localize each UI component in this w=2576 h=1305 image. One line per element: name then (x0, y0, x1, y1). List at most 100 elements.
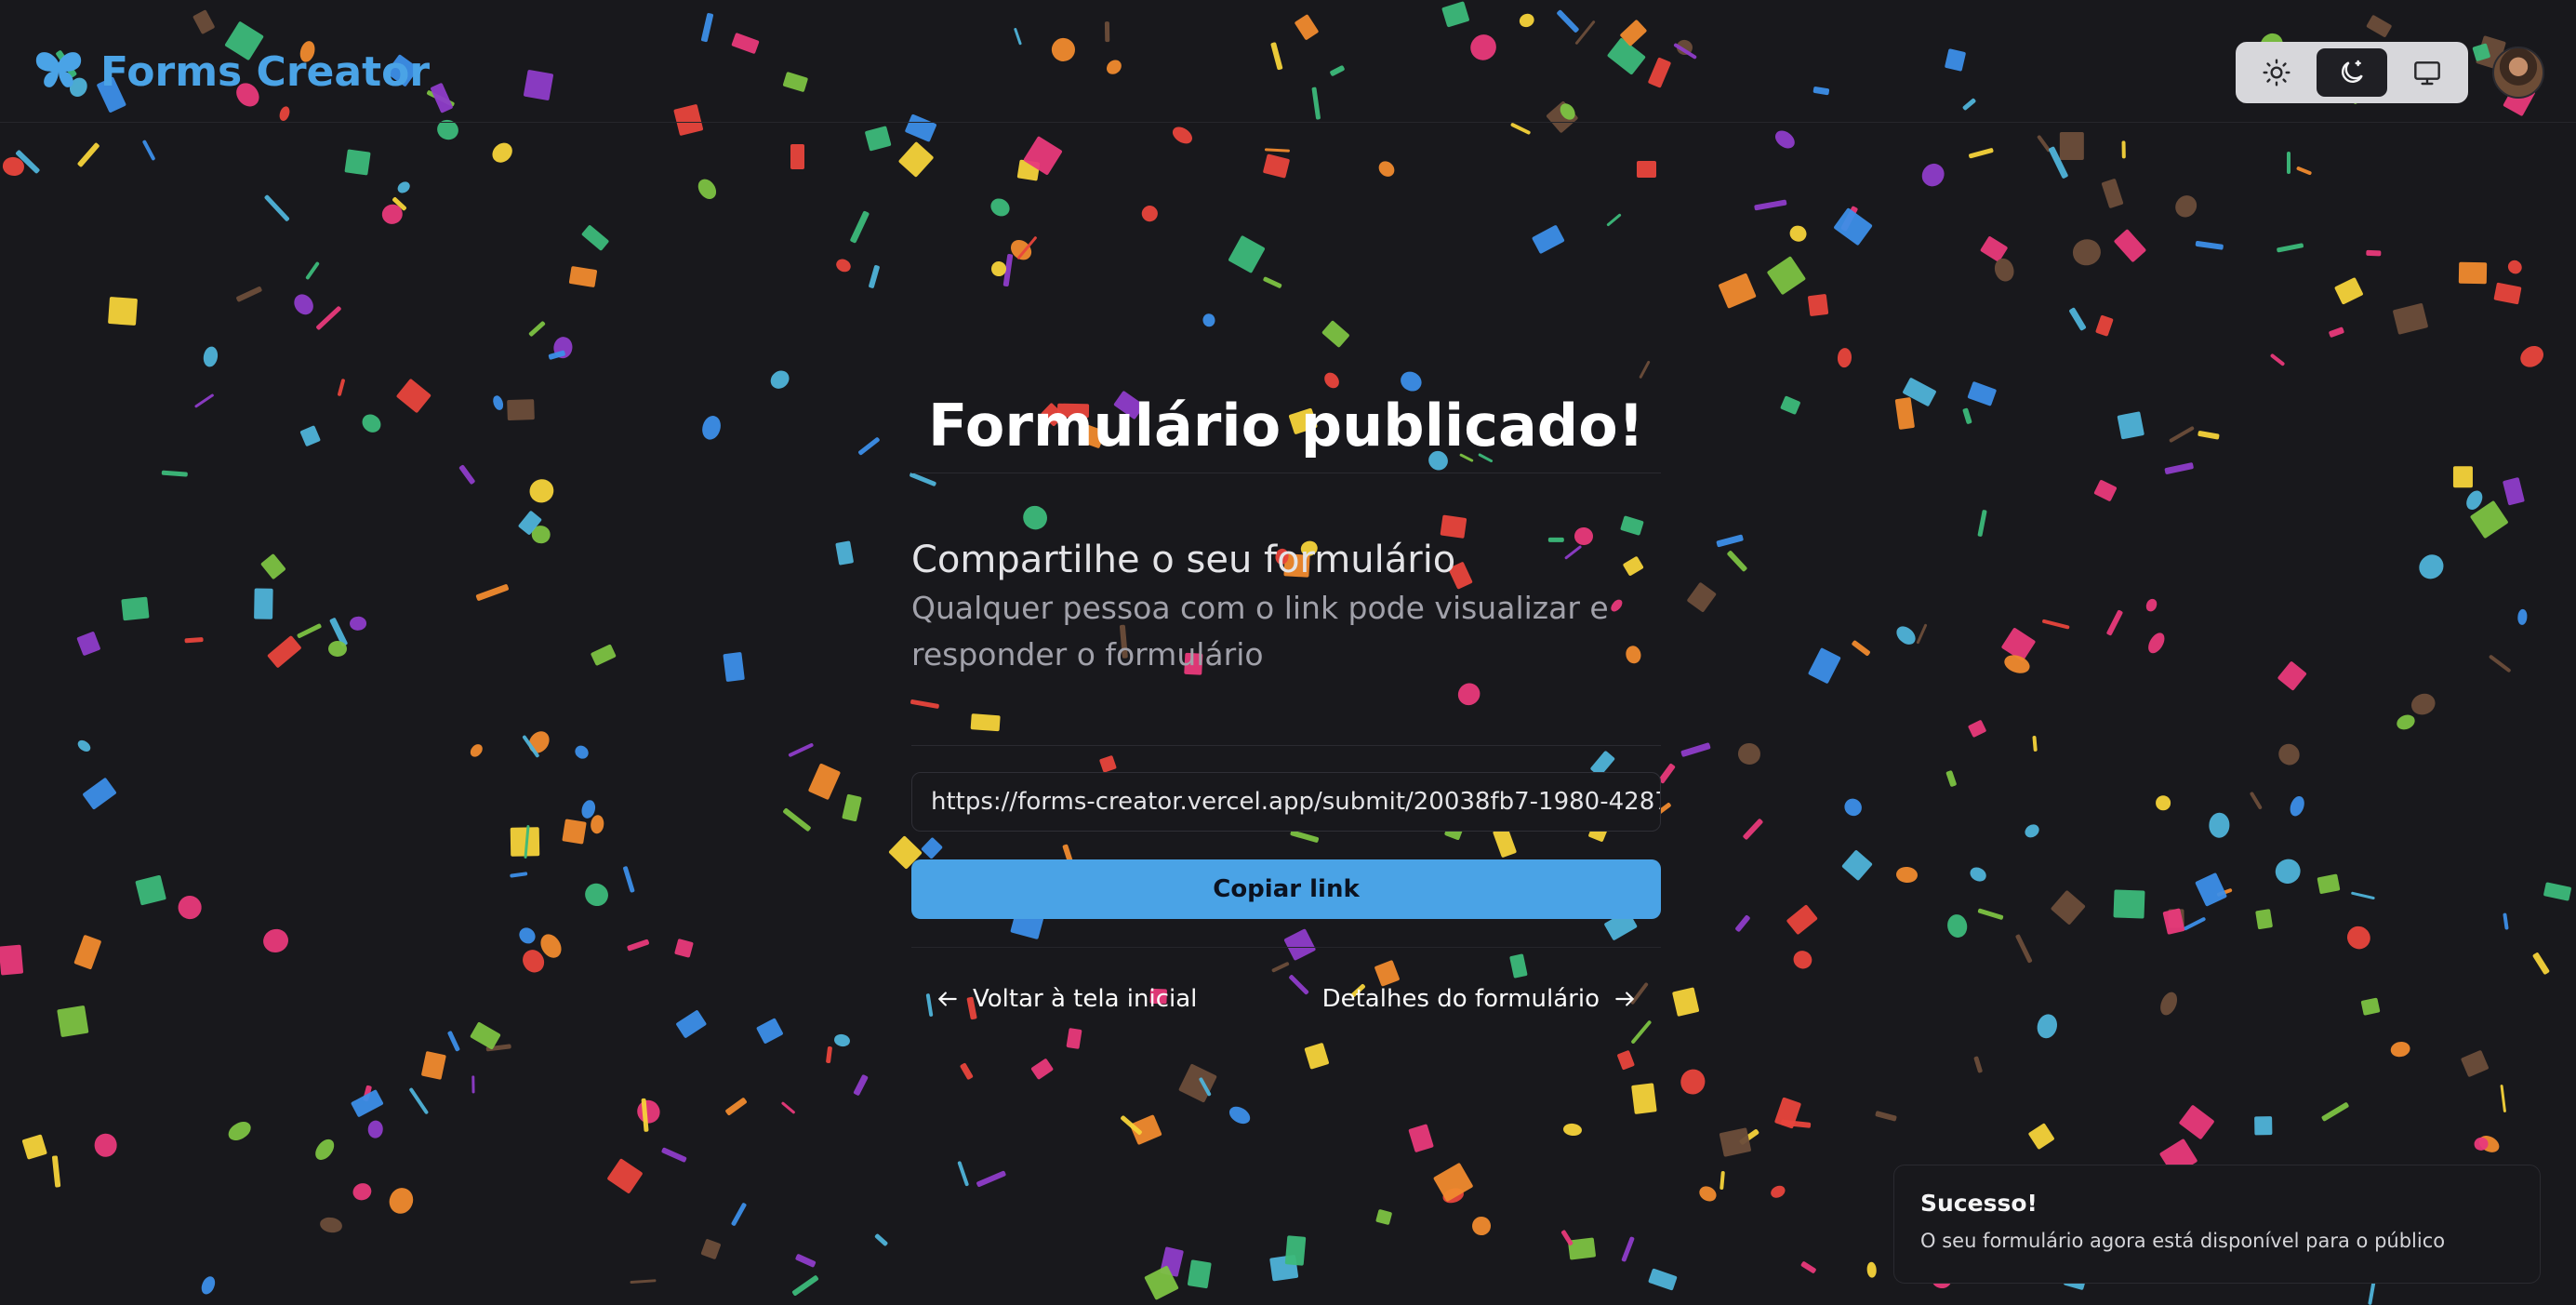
confetti-piece (1808, 646, 1841, 685)
confetti-piece (517, 510, 542, 535)
confetti-piece (2516, 341, 2548, 371)
share-description: Qualquer pessoa com o link pode visualiz… (911, 590, 1609, 672)
confetti-piece (366, 1120, 384, 1139)
confetti-piece (2516, 608, 2528, 625)
confetti-piece (833, 256, 854, 274)
confetti-piece (299, 425, 322, 447)
confetti-piece (2178, 1104, 2215, 1141)
confetti-piece (580, 879, 613, 911)
confetti-piece (2144, 596, 2159, 614)
confetti-piece (2409, 690, 2439, 719)
confetti-piece (350, 1088, 384, 1118)
confetti-piece (1567, 1237, 1596, 1260)
confetti-piece (2343, 922, 2375, 954)
confetti-piece (290, 290, 318, 319)
confetti-piece (791, 1273, 819, 1297)
user-avatar[interactable] (2492, 47, 2544, 99)
confetti-piece (2493, 282, 2522, 305)
confetti-piece (1719, 1126, 1752, 1157)
confetti-piece (2171, 191, 2201, 221)
confetti-piece (2157, 990, 2181, 1019)
butterfly-icon (35, 52, 82, 87)
back-home-link[interactable]: Voltar à tela inicial (936, 985, 1197, 1013)
confetti-piece (319, 1216, 344, 1235)
confetti-piece (75, 738, 93, 754)
confetti-piece (2031, 735, 2038, 752)
confetti-piece (1917, 159, 1949, 192)
confetti-piece (395, 378, 432, 414)
confetti-piece (1630, 1019, 1653, 1045)
confetti-piece (1198, 1076, 1212, 1098)
confetti-piece (1129, 1114, 1163, 1146)
confetti-piece (2488, 654, 2512, 673)
theme-light-button[interactable] (2241, 48, 2311, 97)
confetti-piece (1977, 509, 1987, 538)
confetti-piece (976, 1169, 1007, 1188)
confetti-piece (780, 1100, 796, 1114)
confetti-piece (700, 1238, 723, 1260)
confetti-piece (1754, 199, 1787, 211)
confetti-piece (350, 616, 367, 632)
confetti-piece (2113, 889, 2145, 919)
confetti-piece (766, 366, 793, 393)
success-toast[interactable]: Sucesso! O seu formulário agora está dis… (1893, 1165, 2541, 1284)
confetti-piece (1839, 206, 1858, 233)
confetti-piece (2503, 912, 2509, 930)
confetti-piece (1159, 1246, 1184, 1277)
confetti-piece (730, 1202, 747, 1227)
confetti-piece (2144, 629, 2168, 656)
confetti-piece (20, 1134, 47, 1160)
confetti-piece (2350, 891, 2375, 900)
confetti-piece (2476, 1132, 2503, 1156)
confetti-piece (2198, 431, 2220, 440)
share-link-field[interactable]: https://forms-creator.vercel.app/submit/… (911, 772, 1661, 832)
confetti-piece (515, 924, 538, 947)
confetti-piece (1202, 313, 1216, 328)
confetti-piece (1962, 407, 1973, 425)
confetti-piece (1639, 360, 1652, 380)
confetti-piece (572, 742, 591, 762)
confetti-piece (524, 727, 554, 758)
confetti-piece (548, 350, 566, 361)
confetti-piece (536, 929, 565, 962)
share-section: Compartilhe o seu formulário Qualquer pe… (911, 537, 1661, 678)
confetti-piece (2276, 242, 2304, 253)
confetti-piece (135, 874, 167, 906)
copy-link-button[interactable]: Copiar link (911, 859, 1661, 919)
confetti-piece (2122, 140, 2127, 159)
confetti-piece (1967, 381, 1998, 407)
confetti-piece (1840, 794, 1866, 820)
arrow-left-icon (937, 992, 957, 1006)
confetti-piece (724, 1096, 748, 1116)
confetti-piece (795, 1253, 817, 1268)
confetti-piece (698, 413, 724, 442)
app-logo[interactable]: Forms Creator (32, 45, 430, 99)
toast-description: O seu formulário agora está disponível p… (1920, 1230, 2446, 1252)
toast-title: Sucesso! (1920, 1190, 2038, 1217)
confetti-piece (2113, 229, 2146, 263)
confetti-piece (864, 125, 892, 152)
confetti-piece (259, 925, 291, 955)
confetti-piece (2002, 651, 2033, 676)
confetti-piece (2209, 812, 2231, 839)
confetti-piece (2164, 461, 2195, 474)
theme-system-button[interactable] (2393, 48, 2463, 97)
confetti-piece (2048, 146, 2069, 180)
confetti-piece (469, 1021, 501, 1050)
confetti-piece (312, 1136, 339, 1164)
confetti-piece (2037, 134, 2052, 153)
confetti-piece (1743, 818, 1764, 840)
confetti-piece (1892, 622, 1919, 648)
confetti-piece (568, 266, 597, 288)
confetti-piece (1807, 294, 1829, 317)
confetti-piece (1738, 1128, 1760, 1146)
arrow-right-icon (1615, 992, 1635, 1006)
confetti-piece (2504, 257, 2524, 276)
form-details-link[interactable]: Detalhes do formulário (1322, 985, 1637, 1013)
confetti-piece (1016, 235, 1038, 260)
theme-dark-button[interactable] (2317, 48, 2387, 97)
confetti-piece (1718, 273, 1757, 310)
confetti-piece (446, 1030, 460, 1052)
confetti-piece (723, 652, 745, 683)
confetti-piece (2255, 908, 2274, 929)
